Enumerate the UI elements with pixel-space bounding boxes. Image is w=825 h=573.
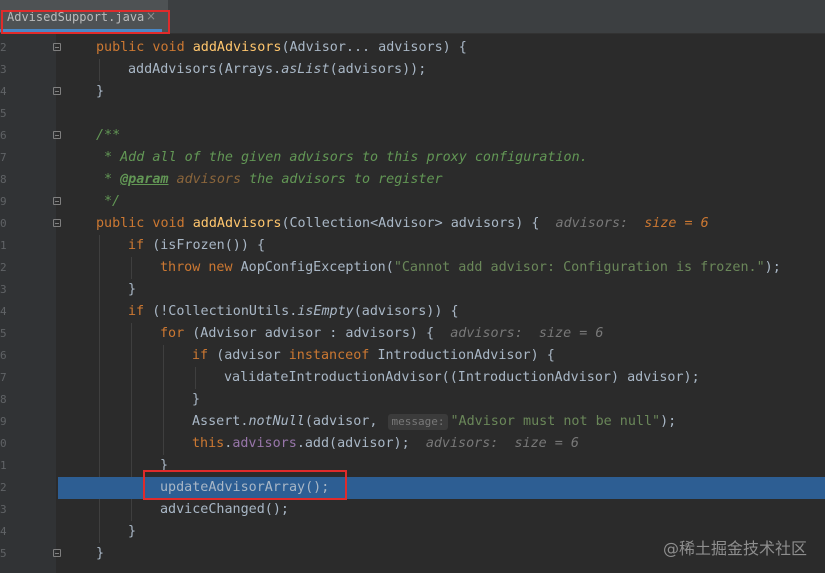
code-line: 3 } <box>0 279 825 301</box>
code-line: 9 Assert.notNull(advisor, message: "Advis… <box>0 411 825 433</box>
code-line: 2 public void addAdvisors(Advisor... adv… <box>0 37 825 59</box>
inline-debug-hint: advisors: <box>450 326 523 341</box>
line-number: 9 <box>0 415 7 428</box>
line-number: 7 <box>0 151 7 164</box>
fold-icon[interactable] <box>53 219 61 227</box>
code-text: */ <box>104 194 121 209</box>
code-text: adviceChanged(); <box>160 502 289 517</box>
editor-tab-bar: AdvisedSupport.java × <box>0 0 825 34</box>
line-number: 4 <box>0 305 7 318</box>
fold-icon[interactable] <box>53 549 61 557</box>
code-text: } <box>128 524 137 539</box>
code-text: public void addAdvisors(Collection<Advis… <box>96 216 709 231</box>
code-line: 5 <box>0 103 825 125</box>
code-text: if (advisor instanceof IntroductionAdvis… <box>192 348 555 363</box>
line-number: 2 <box>0 41 7 54</box>
code-line: 9 */ <box>0 191 825 213</box>
code-text: if (isFrozen()) { <box>128 238 266 253</box>
line-number: 2 <box>0 261 7 274</box>
code-editor[interactable]: 2 public void addAdvisors(Advisor... adv… <box>0 37 825 573</box>
code-text: * Add all of the given advisors to this … <box>104 150 588 165</box>
line-number: 3 <box>0 283 7 296</box>
line-number: 0 <box>0 217 7 230</box>
inline-debug-value: size = 6 <box>514 436 580 451</box>
fold-icon[interactable] <box>53 43 61 51</box>
line-number: 9 <box>0 195 7 208</box>
line-number: 5 <box>0 547 7 560</box>
inline-debug-hint: advisors: <box>555 216 629 231</box>
code-line: 1 if (isFrozen()) { <box>0 235 825 257</box>
line-number: 1 <box>0 239 7 252</box>
code-text: public void addAdvisors(Advisor... advis… <box>96 40 467 55</box>
code-line: 4 if (!CollectionUtils.isEmpty(advisors)… <box>0 301 825 323</box>
inline-debug-value: size = 6 <box>538 326 604 341</box>
code-text: validateIntroductionAdvisor((Introductio… <box>224 370 700 385</box>
code-line: 7 validateIntroductionAdvisor((Introduct… <box>0 367 825 389</box>
code-text: if (!CollectionUtils.isEmpty(advisors)) … <box>128 304 459 319</box>
line-number: 4 <box>0 525 7 538</box>
line-number: 8 <box>0 173 7 186</box>
code-text: } <box>128 282 137 297</box>
code-line: 3 addAdvisors(Arrays.asList(advisors)); <box>0 59 825 81</box>
code-text: /** <box>96 128 121 143</box>
code-text: } <box>96 546 105 561</box>
code-line: 6 if (advisor instanceof IntroductionAdv… <box>0 345 825 367</box>
code-line: 3 adviceChanged(); <box>0 499 825 521</box>
line-number: 2 <box>0 481 7 494</box>
code-line: 7 * Add all of the given advisors to thi… <box>0 147 825 169</box>
code-text: * @param advisors the advisors to regist… <box>104 172 443 187</box>
code-text: Assert.notNull(advisor, message: "Advisor… <box>192 414 677 430</box>
parameter-name-hint: message: <box>387 414 449 430</box>
line-number: 5 <box>0 107 7 120</box>
tab-annotation-box <box>1 10 170 34</box>
code-line: 1 } <box>0 455 825 477</box>
line-number: 3 <box>0 503 7 516</box>
line-number: 3 <box>0 63 7 76</box>
code-text: this.advisors.add(advisor); advisors: si… <box>192 436 580 451</box>
code-line: 5 for (Advisor advisor : advisors) { adv… <box>0 323 825 345</box>
fold-icon[interactable] <box>53 131 61 139</box>
code-line: 6 /** <box>0 125 825 147</box>
fold-icon[interactable] <box>53 87 61 95</box>
code-text: addAdvisors(Arrays.asList(advisors)); <box>128 62 427 77</box>
line-number: 4 <box>0 85 7 98</box>
watermark: @稀土掘金技术社区 <box>662 539 807 558</box>
code-text: for (Advisor advisor : advisors) { advis… <box>160 326 604 341</box>
line-number: 6 <box>0 129 7 142</box>
inline-debug-value: size = 6 <box>644 216 709 231</box>
code-text: } <box>96 84 105 99</box>
code-line: 8 * @param advisors the advisors to regi… <box>0 169 825 191</box>
code-line: 0 public void addAdvisors(Collection<Adv… <box>0 213 825 235</box>
code-text: } <box>192 392 201 407</box>
line-number: 1 <box>0 459 7 472</box>
line-number: 5 <box>0 327 7 340</box>
line-number: 8 <box>0 393 7 406</box>
code-annotation-box <box>143 470 347 500</box>
inline-debug-hint: advisors: <box>425 436 499 451</box>
code-text: throw new AopConfigException("Cannot add… <box>160 260 781 275</box>
code-line: 2 throw new AopConfigException("Cannot a… <box>0 257 825 279</box>
line-number: 0 <box>0 437 7 450</box>
code-line: 4 } <box>0 81 825 103</box>
code-line: 0 this.advisors.add(advisor); advisors: … <box>0 433 825 455</box>
line-number: 7 <box>0 371 7 384</box>
code-line: 8 } <box>0 389 825 411</box>
line-number: 6 <box>0 349 7 362</box>
fold-icon[interactable] <box>53 197 61 205</box>
